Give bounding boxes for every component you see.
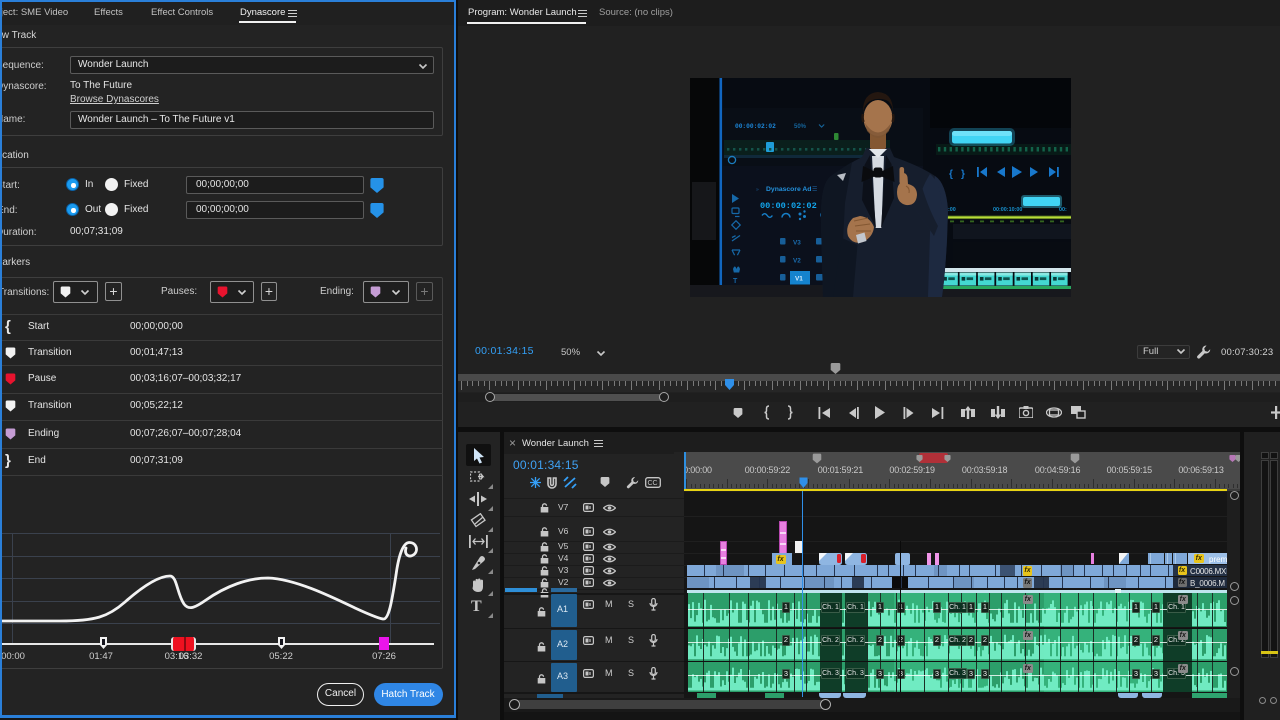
- svg-text:»: »: [756, 187, 759, 193]
- svg-text:00:: 00:: [1059, 207, 1067, 213]
- svg-text:}: }: [961, 169, 965, 180]
- svg-text:V2: V2: [793, 258, 801, 265]
- svg-text:V1: V1: [795, 276, 803, 283]
- svg-text:00:00:10:00: 00:00:10:00: [993, 207, 1022, 213]
- svg-text:T: T: [733, 278, 738, 285]
- svg-text:V3: V3: [793, 240, 801, 247]
- svg-text:{: {: [949, 169, 953, 180]
- svg-text:50%: 50%: [794, 124, 807, 130]
- svg-text:☰: ☰: [812, 186, 817, 193]
- svg-text::00: :00: [948, 207, 956, 213]
- svg-text:00:00:02:02: 00:00:02:02: [760, 201, 817, 211]
- svg-text:Dynascore Ad: Dynascore Ad: [766, 186, 811, 193]
- svg-text:00:00:02:02: 00:00:02:02: [735, 123, 776, 130]
